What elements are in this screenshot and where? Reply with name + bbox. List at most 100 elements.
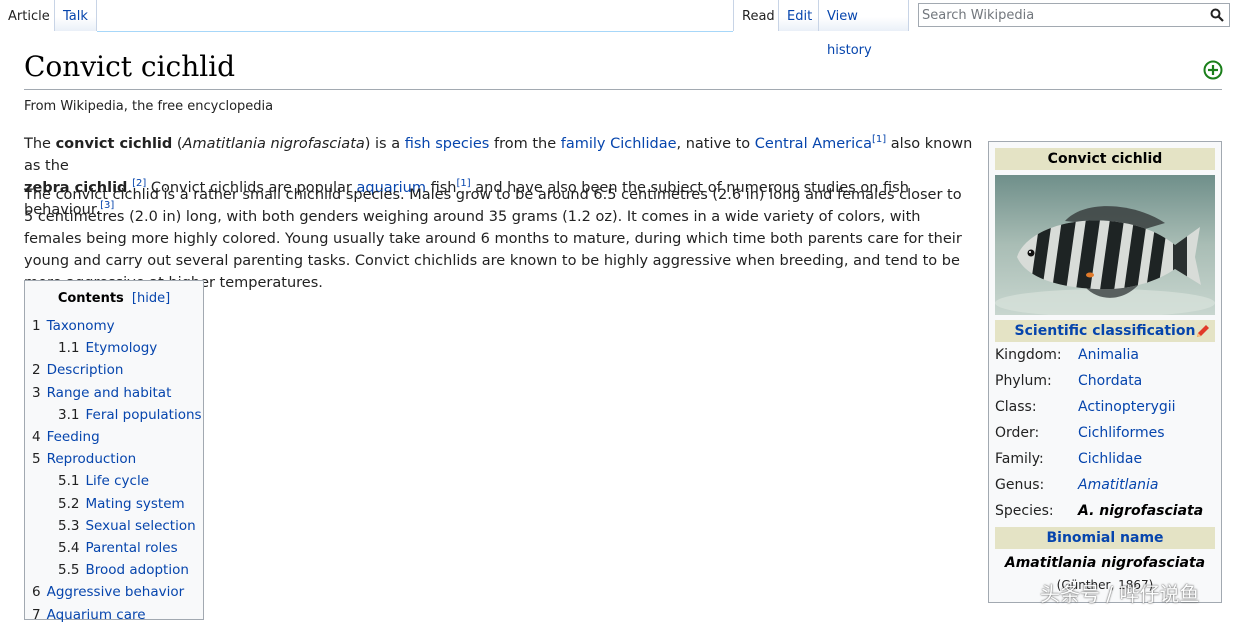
citation-link[interactable]: [1]	[872, 134, 886, 145]
classification-value-link[interactable]: Cichlidae	[1078, 451, 1142, 467]
toc-hide-link[interactable]: [hide]	[132, 291, 170, 306]
toc-item-number: 5.1	[58, 473, 80, 490]
toc-item[interactable]: 3 Range and habitat	[32, 385, 171, 401]
toc-item-number: 4	[32, 429, 41, 445]
link-central-america[interactable]: Central America	[755, 136, 872, 152]
classification-value-link[interactable]: Cichliformes	[1078, 425, 1165, 441]
add-plus-icon[interactable]	[1203, 60, 1223, 80]
toc-item-label[interactable]: Taxonomy	[47, 318, 115, 334]
toc-item-number: 1	[32, 318, 41, 334]
infobox: Convict cichlid Scientific classificatio…	[988, 141, 1222, 603]
toc-item-label[interactable]: Feeding	[47, 429, 100, 445]
toc-item[interactable]: 5.5 Brood adoption	[58, 562, 189, 578]
toc-item-number: 5	[32, 451, 41, 468]
table-of-contents: Contents [hide] 1 Taxonomy 1.1 Etymology 2 De…	[24, 280, 204, 623]
text: The	[24, 136, 56, 152]
classification-label: Phylum:	[995, 373, 1052, 389]
toc-item-number: 5.5	[58, 562, 80, 579]
toc-item-number: 7	[32, 606, 41, 623]
link-family-cichlidae[interactable]: family Cichlidae	[561, 136, 677, 152]
classification-label: Kingdom:	[995, 347, 1062, 363]
toc-item[interactable]: 5.2 Mating system	[58, 496, 185, 512]
classification-value-link[interactable]: Animalia	[1078, 347, 1139, 363]
text: , native to	[676, 136, 755, 152]
tab-divider	[97, 31, 733, 32]
search-input[interactable]	[922, 5, 1192, 26]
page-title: Convict cichlid	[24, 50, 236, 83]
classification-value-link[interactable]: Chordata	[1078, 373, 1142, 389]
toc-item-label[interactable]: Parental roles	[85, 540, 177, 556]
classification-label: Class:	[995, 399, 1037, 415]
tab-view-history-label: View history	[827, 9, 872, 58]
text: ) is a	[364, 136, 405, 152]
toc-item-number: 5.3	[58, 517, 80, 534]
toc-item-number: 5.4	[58, 540, 80, 556]
toc-item[interactable]: 1 Taxonomy	[32, 318, 115, 334]
top-navigation: Article Talk Read Edit View history	[0, 0, 1238, 58]
tab-talk-label: Talk	[63, 9, 88, 24]
binomial-name: Amatitlania nigrofasciata	[1004, 555, 1206, 571]
intro-paragraph-2: The convict cichlid is a rather small ch…	[24, 187, 962, 291]
text: (	[172, 136, 183, 152]
fish-photo[interactable]	[995, 175, 1215, 315]
toc-item-label[interactable]: Aquarium care	[47, 607, 146, 623]
text: from the	[489, 136, 561, 152]
toc-item[interactable]: 2 Description	[32, 362, 123, 378]
search-icon[interactable]	[1210, 8, 1224, 22]
toc-item-label[interactable]: Reproduction	[47, 451, 137, 467]
toc-item-label[interactable]: Description	[47, 362, 124, 378]
classification-label: Order:	[995, 425, 1040, 441]
tab-article[interactable]: Article	[0, 0, 55, 31]
classification-value-link[interactable]: Actinopterygii	[1078, 399, 1176, 415]
edit-pencil-icon[interactable]	[1195, 323, 1211, 339]
bold-term: convict cichlid	[55, 136, 173, 152]
toc-item-number: 3	[32, 384, 41, 401]
toc-item[interactable]: 6 Aggressive behavior	[32, 584, 184, 600]
toc-item-label[interactable]: Life cycle	[85, 473, 149, 489]
tab-read[interactable]: Read	[733, 0, 779, 31]
toc-item[interactable]: 7 Aquarium care	[32, 607, 146, 623]
classification-value-link[interactable]: Amatitlania	[1078, 477, 1158, 493]
toc-item-number: 1.1	[58, 340, 80, 357]
toc-item-number: 6	[32, 584, 41, 601]
toc-item[interactable]: 5 Reproduction	[32, 451, 136, 467]
toc-title: Contents	[57, 291, 124, 306]
toc-item-number: 2	[32, 362, 41, 379]
tab-edit[interactable]: Edit	[779, 0, 819, 31]
toc-item[interactable]: 1.1 Etymology	[58, 340, 157, 356]
classification-value: A. nigrofasciata	[1078, 503, 1204, 519]
title-divider	[24, 89, 1222, 90]
toc-item-label[interactable]: Mating system	[85, 496, 184, 512]
classification-label: Family:	[995, 451, 1044, 467]
tab-edit-label: Edit	[787, 9, 813, 24]
toc-item-label[interactable]: Etymology	[85, 340, 157, 356]
binomial-name-link[interactable]: Binomial name	[1046, 530, 1163, 546]
toc-item[interactable]: 5.1 Life cycle	[58, 473, 149, 489]
toc-item[interactable]: 3.1 Feral populations	[58, 407, 202, 423]
watermark: 头条号 / 哔仔说鱼	[1040, 582, 1200, 606]
toc-header: Contents [hide]	[25, 291, 203, 306]
toc-item[interactable]: 5.4 Parental roles	[58, 540, 178, 556]
classification-label: Genus:	[995, 477, 1045, 493]
toc-item-label[interactable]: Range and habitat	[47, 385, 172, 401]
tab-read-label: Read	[742, 9, 775, 24]
classification-label: Species:	[995, 503, 1054, 519]
toc-item-number: 3.1	[58, 406, 80, 423]
link-fish-species[interactable]: fish species	[405, 136, 490, 152]
toc-item[interactable]: 5.3 Sexual selection	[58, 518, 196, 534]
toc-item-label[interactable]: Feral populations	[85, 407, 201, 423]
tagline: From Wikipedia, the free encyclopedia	[24, 99, 274, 114]
scientific-classification-link[interactable]: Scientific classification	[1015, 323, 1196, 339]
tab-view-history[interactable]: View history	[819, 0, 909, 58]
toc-item-label[interactable]: Aggressive behavior	[47, 584, 185, 600]
toc-item-label[interactable]: Brood adoption	[85, 562, 188, 578]
toc-item-label[interactable]: Sexual selection	[85, 518, 195, 534]
tab-talk[interactable]: Talk	[55, 0, 97, 31]
scientific-classification-header: Scientific classification	[995, 320, 1215, 342]
search-box	[918, 3, 1230, 27]
tab-article-label: Article	[8, 9, 50, 24]
toc-item[interactable]: 4 Feeding	[32, 429, 100, 445]
binomial-name-header: Binomial name	[995, 527, 1215, 549]
infobox-title: Convict cichlid	[995, 148, 1215, 170]
italic-term: Amatitlania nigrofasciata	[182, 136, 365, 152]
